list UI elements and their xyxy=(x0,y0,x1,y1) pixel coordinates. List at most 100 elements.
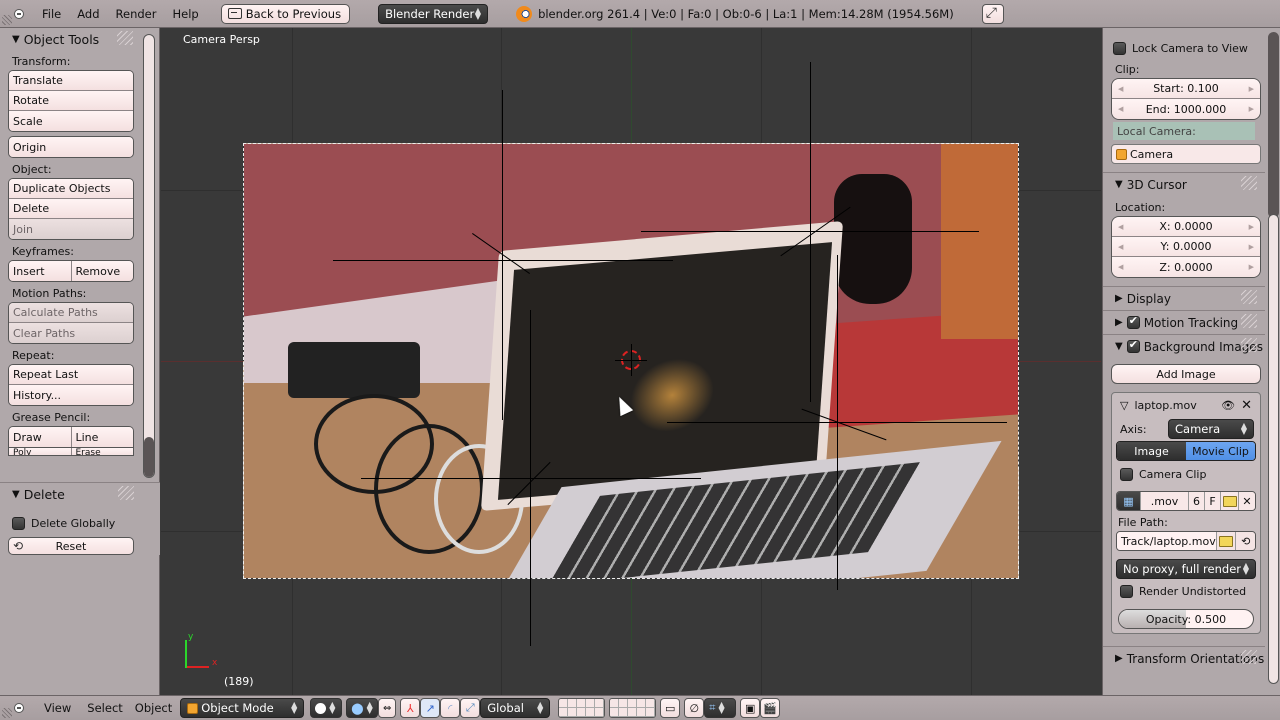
menu-file[interactable]: File xyxy=(34,7,69,21)
viewport-shading-select[interactable]: ▲ ▼ xyxy=(310,698,343,718)
reset-button[interactable]: ⟲ Reset xyxy=(8,537,134,555)
render-undistorted-checkbox[interactable]: Render Undistorted xyxy=(1112,579,1260,603)
axis-select[interactable]: Camera ▲ ▼ xyxy=(1168,419,1254,439)
location-y-field[interactable]: ◀ Y: 0.0000 ▶ xyxy=(1112,237,1260,257)
tool-shelf-scrollbar[interactable] xyxy=(143,34,155,478)
proxy-select[interactable]: No proxy, full render ▲ ▼ xyxy=(1116,559,1256,579)
scrollbar-thumb[interactable] xyxy=(144,437,154,477)
properties-scrollbar[interactable] xyxy=(1268,214,1279,684)
layer-buttons-1[interactable] xyxy=(558,698,606,718)
duplicate-objects-button[interactable]: Duplicate Objects xyxy=(9,179,133,199)
checkbox-icon[interactable] xyxy=(12,516,25,530)
history-button[interactable]: History... xyxy=(9,385,133,405)
location-x-field[interactable]: ◀ X: 0.0000 ▶ xyxy=(1112,217,1260,237)
browse-file-button[interactable] xyxy=(1215,532,1236,550)
collapse-triangle-icon[interactable]: ▽ xyxy=(1120,399,1128,412)
fullscreen-toggle-button[interactable] xyxy=(981,3,1004,24)
checkbox-icon[interactable] xyxy=(1120,584,1133,598)
origin-button[interactable]: Origin xyxy=(9,137,133,157)
object-tools-panel-header[interactable]: ▼ Object Tools xyxy=(0,28,159,50)
background-images-panel-header[interactable]: ▼ Background Images xyxy=(1103,334,1265,358)
mode-select[interactable]: Object Mode ▲ ▼ xyxy=(180,698,305,718)
file-path-input[interactable]: Track/laptop.mov xyxy=(1117,532,1216,550)
close-icon[interactable]: ✕ xyxy=(1241,398,1252,413)
tab-image[interactable]: Image xyxy=(1117,442,1186,460)
transform-orientations-panel-header[interactable]: ▶ Transform Orientations xyxy=(1103,646,1265,670)
motion-tracking-panel-header[interactable]: ▶ Motion Tracking xyxy=(1103,310,1265,334)
menu-add[interactable]: Add xyxy=(69,7,107,21)
editor-type-icon[interactable] xyxy=(14,8,24,19)
unlink-clip-button[interactable]: ✕ xyxy=(1239,492,1255,510)
bg-item-header[interactable]: ▽ laptop.mov 👁 ✕ xyxy=(1112,393,1260,417)
menu-render[interactable]: Render xyxy=(108,7,165,21)
clip-users-count[interactable]: 6 xyxy=(1189,492,1205,510)
panel-drag-grip[interactable] xyxy=(1241,650,1257,664)
local-camera-field[interactable]: Camera xyxy=(1111,144,1261,164)
motion-tracking-checkbox[interactable] xyxy=(1126,314,1140,329)
open-clip-button[interactable] xyxy=(1221,492,1239,510)
clip-start-field[interactable]: ◀ Start: 0.100 ▶ xyxy=(1112,79,1260,99)
add-image-button[interactable]: Add Image xyxy=(1111,364,1261,384)
display-panel-header[interactable]: ▶ Display xyxy=(1103,286,1265,310)
pivot-point-select[interactable]: ⬤ ▲ ▼ xyxy=(346,698,379,718)
menu-help[interactable]: Help xyxy=(164,7,206,21)
calculate-paths-button[interactable]: Calculate Paths xyxy=(9,303,133,323)
lock-camera-layers-toggle[interactable]: ▭ xyxy=(660,698,681,718)
opengl-render-animation-button[interactable]: 🎬 xyxy=(760,698,781,718)
scale-button[interactable]: Scale xyxy=(9,111,133,131)
translate-button[interactable]: Translate xyxy=(9,71,133,91)
panel-drag-grip[interactable] xyxy=(118,486,134,500)
back-to-previous-button[interactable]: Back to Previous xyxy=(220,3,351,24)
translate-manipulator-toggle[interactable]: ↗ xyxy=(420,698,441,718)
draw-button[interactable]: Draw xyxy=(9,427,72,447)
delete-panel-header[interactable]: ▼ Delete xyxy=(0,483,160,505)
clear-paths-button[interactable]: Clear Paths xyxy=(9,323,133,343)
3d-cursor-panel-header[interactable]: ▼ 3D Cursor xyxy=(1103,172,1265,196)
panel-drag-grip[interactable] xyxy=(1241,338,1257,352)
layer-buttons-2[interactable] xyxy=(609,698,657,718)
area-corner-grip[interactable] xyxy=(2,708,12,718)
clip-end-field[interactable]: ◀ End: 1000.000 ▶ xyxy=(1112,99,1260,119)
insert-keyframe-button[interactable]: Insert xyxy=(9,261,72,281)
clip-name-field[interactable]: .mov xyxy=(1141,492,1189,510)
checkbox-icon[interactable] xyxy=(1120,467,1133,481)
camera-clip-checkbox[interactable]: Camera Clip xyxy=(1112,461,1260,487)
menu-object[interactable]: Object xyxy=(129,701,178,715)
remove-keyframe-button[interactable]: Remove xyxy=(71,261,133,281)
manipulate-center-points-toggle[interactable]: ⇔ xyxy=(378,698,397,718)
scrollbar-thumb[interactable] xyxy=(1268,32,1279,218)
panel-drag-grip[interactable] xyxy=(1241,176,1257,190)
join-button[interactable]: Join xyxy=(9,219,133,239)
menu-view[interactable]: View xyxy=(34,701,81,715)
clip-browse-icon[interactable]: ▦ xyxy=(1117,492,1141,510)
proportional-editing-toggle[interactable]: ∅ xyxy=(684,698,705,718)
opacity-slider[interactable]: Opacity: 0.500 xyxy=(1118,609,1254,629)
transform-orientation-select[interactable]: Global ▲ ▼ xyxy=(480,698,551,718)
tab-movie-clip[interactable]: Movie Clip xyxy=(1186,442,1255,460)
panel-drag-grip[interactable] xyxy=(117,31,133,45)
3d-cursor[interactable] xyxy=(615,344,647,376)
repeat-last-button[interactable]: Repeat Last xyxy=(9,365,133,385)
delete-button[interactable]: Delete xyxy=(9,199,133,219)
reload-file-button[interactable]: ⟲ xyxy=(1235,532,1255,550)
erase-button[interactable]: Erase xyxy=(71,448,133,455)
fake-user-toggle[interactable]: F xyxy=(1205,492,1221,510)
poly-button[interactable]: Poly xyxy=(9,448,72,455)
lock-camera-to-view-checkbox[interactable]: Lock Camera to View xyxy=(1103,38,1265,58)
manipulator-toggle[interactable]: ⅄ xyxy=(400,698,421,718)
rotate-button[interactable]: Rotate xyxy=(9,91,133,111)
background-images-checkbox[interactable] xyxy=(1126,338,1140,353)
render-engine-select[interactable]: Blender Render ▲ ▼ xyxy=(378,3,489,24)
editor-type-icon[interactable] xyxy=(14,703,24,713)
area-corner-grip[interactable] xyxy=(2,15,12,25)
panel-drag-grip[interactable] xyxy=(1241,290,1257,304)
opengl-render-image-button[interactable]: ▣ xyxy=(740,698,761,718)
menu-select[interactable]: Select xyxy=(81,701,128,715)
line-button[interactable]: Line xyxy=(71,427,133,447)
panel-drag-grip[interactable] xyxy=(1241,314,1257,328)
3d-viewport[interactable]: Camera Persp y x (189) xyxy=(161,28,1101,695)
scale-manipulator-toggle[interactable]: ⤢ xyxy=(460,698,481,718)
rotate-manipulator-toggle[interactable]: ◜ xyxy=(440,698,461,718)
snap-element-select[interactable]: ⌗ ▲ ▼ xyxy=(704,698,737,718)
location-z-field[interactable]: ◀ Z: 0.0000 ▶ xyxy=(1112,257,1260,277)
